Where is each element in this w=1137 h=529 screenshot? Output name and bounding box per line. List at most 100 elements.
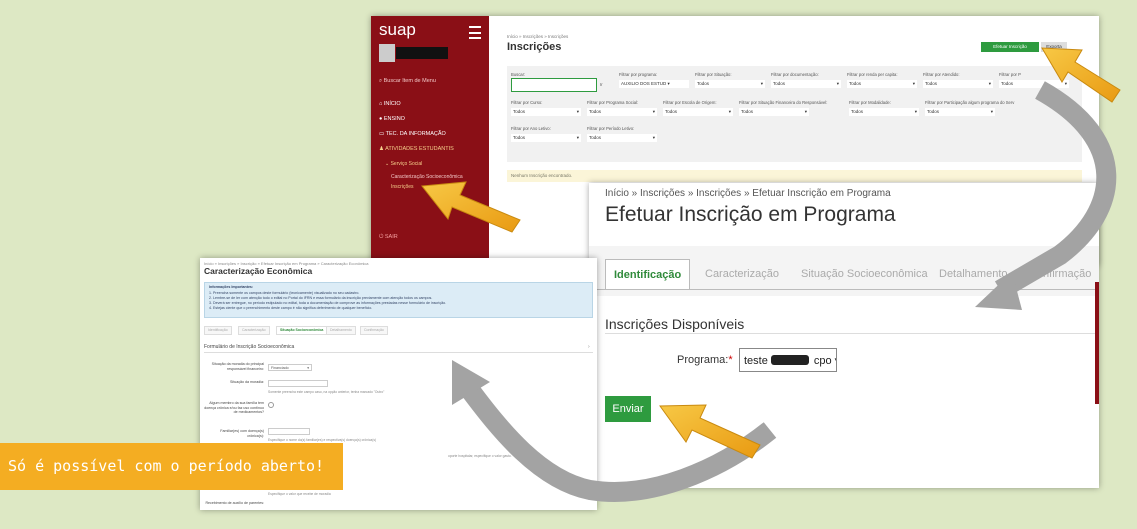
filter-label: Buscar:: [511, 72, 526, 77]
required-mark: *: [728, 354, 733, 366]
filter-programa-social-select[interactable]: Todos ▾: [587, 108, 657, 116]
filter-label: Filtrar por Ano Letivo:: [511, 126, 551, 131]
search-input[interactable]: [511, 78, 597, 92]
row-label: Algum membro da sua família tem doença c…: [204, 401, 264, 414]
sidebar-item-ensino[interactable]: ● ENSINO: [379, 116, 405, 122]
sidebar-item-label: ENSINO: [383, 116, 405, 122]
efetuar-inscricao-button[interactable]: Efetuar Inscrição: [981, 42, 1039, 52]
sidebar-item-atividades[interactable]: ♟ ATIVIDADES ESTUDANTIS: [379, 146, 454, 152]
tab-situacao[interactable]: Situação Socioeconômica: [276, 326, 328, 335]
select-value: Todos: [773, 81, 786, 86]
filter-programa-select[interactable]: AUXILIO DOS ESTUD ▾: [619, 80, 689, 88]
filter-atendido-select[interactable]: Todos ▾: [923, 80, 993, 88]
tab-identificacao[interactable]: Identificação: [204, 326, 232, 335]
select-value: Todos: [589, 109, 602, 114]
enviar-button[interactable]: Enviar: [605, 396, 651, 422]
tab-caracterizacao[interactable]: Caracterização: [238, 326, 270, 335]
export-button[interactable]: Exporta: [1041, 42, 1067, 52]
filter-ano-select[interactable]: Todos ▾: [511, 134, 581, 142]
select-value: Todos: [589, 135, 602, 140]
filter-documentacao-select[interactable]: Todos ▾: [771, 80, 841, 88]
divider: [204, 352, 593, 353]
redaction-mark: [771, 355, 809, 365]
sidebar-item-sair[interactable]: ⏻ SAIR: [379, 234, 398, 241]
select-value: Todos: [1001, 81, 1014, 86]
tab-detalhamento[interactable]: Detalhamento: [939, 259, 1008, 289]
row-label: Familiar(es) com doença(s) crônica(s):: [220, 429, 264, 438]
programa-label: Programa:*: [677, 354, 733, 366]
go-button[interactable]: Ir: [600, 82, 603, 87]
sidebar-subitem-inscricoes[interactable]: Inscrições: [391, 184, 414, 190]
field-hint: Especifique o nome do(s) familiar(es) e …: [268, 438, 377, 442]
sidebar-item-label: INÍCIO: [383, 101, 401, 107]
tab-caracterizacao[interactable]: Caracterização: [705, 259, 779, 289]
divider: [589, 289, 1099, 290]
filter-situacao-financeira-select[interactable]: Todos ▾: [739, 108, 809, 116]
doenca-cronica-checkbox[interactable]: [268, 402, 274, 408]
filter-label: Filtrar por Situação Financeira do Respo…: [739, 100, 828, 105]
moradia-responsavel-select[interactable]: Financiado ▾: [268, 364, 312, 371]
filter-label: Filtrar por Período Letivo:: [587, 126, 635, 131]
sidebar-item-ti[interactable]: ▭ TEC. DA INFORMAÇÃO: [379, 131, 446, 137]
select-value: Todos: [741, 109, 754, 114]
field-hint: Especifique o valor que recebe de moradi…: [268, 492, 331, 496]
window-edge: [1095, 282, 1099, 404]
collapse-icon[interactable]: ›: [588, 344, 590, 350]
tab-confirmacao[interactable]: Confirmação: [360, 326, 388, 335]
select-value: Todos: [925, 81, 938, 86]
info-line: 1. Preencha somente os campos deste form…: [209, 291, 360, 295]
chevron-down-icon: ▾: [835, 355, 836, 367]
page-title: Efetuar Inscrição em Programa: [605, 203, 896, 226]
filter-modalidade-select[interactable]: Todos ▾: [849, 108, 919, 116]
filter-curso-select[interactable]: Todos ▾: [511, 108, 581, 116]
filter-label: Filtrar por renda per capita:: [847, 72, 898, 77]
filters-panel: Buscar: Ir Filtrar por programa: AUXILIO…: [507, 66, 1082, 162]
select-value-suffix: cpo: [813, 355, 832, 367]
familiar-doenca-input[interactable]: [268, 428, 310, 435]
field-hint: oporte hospitalar, especifique o valor g…: [448, 454, 512, 458]
info-banner: Só é possível com o período aberto!: [0, 443, 343, 490]
situacao-moradia-input[interactable]: [268, 380, 328, 387]
filter-label: Filtrar por Curso:: [511, 100, 543, 105]
divider: [605, 333, 1099, 334]
menu-search-label: Buscar Item de Menu: [383, 78, 436, 84]
tab-situacao[interactable]: Situação Socioeconômica: [801, 259, 928, 289]
filter-participacao-select[interactable]: Todos ▾: [925, 108, 995, 116]
field-hint: Somente preencha este campo caso, na opç…: [268, 390, 385, 394]
filter-renda-select[interactable]: Todos ▾: [847, 80, 917, 88]
filter-p-select[interactable]: Todos ▾: [999, 80, 1069, 88]
tab-detalhamento[interactable]: Detalhamento: [326, 326, 356, 335]
filter-situacao-select[interactable]: Todos ▾: [695, 80, 765, 88]
menu-search[interactable]: ⌕ Buscar Item de Menu: [379, 78, 436, 85]
monitor-icon: ▭: [379, 131, 386, 137]
select-value: Todos: [513, 135, 526, 140]
sidebar-subitem-servico-social[interactable]: ⌄ Serviço Social: [385, 161, 422, 167]
programa-label-text: Programa:: [677, 354, 729, 366]
info-line: 3. Deverá ser entregue, no período estip…: [209, 301, 447, 305]
sidebar: suap ⌕ Buscar Item de Menu ⌂ INÍCIO ● EN…: [371, 16, 489, 266]
select-value: Todos: [927, 109, 940, 114]
filter-label: Filtrar por Modalidade:: [849, 100, 891, 105]
select-value: Todos: [697, 81, 710, 86]
select-value: Todos: [849, 81, 862, 86]
avatar: [379, 44, 395, 62]
hamburger-icon[interactable]: [469, 26, 481, 39]
app-logo[interactable]: suap: [379, 20, 416, 40]
filter-label: Filtrar por documentação:: [771, 72, 819, 77]
sidebar-subitem-label: Serviço Social: [390, 161, 423, 167]
filter-label: Filtrar por Programa Social:: [587, 100, 639, 105]
info-box: Informações Importantes: 1. Preencha som…: [204, 282, 593, 318]
tab-confirmacao[interactable]: Confirmação: [1029, 259, 1091, 289]
select-value: Todos: [665, 109, 678, 114]
sidebar-subitem-caracterizacao[interactable]: Caracterização Socioeconômica: [391, 174, 463, 180]
info-line: 4. Estejas ciente que o preenchimento de…: [209, 306, 373, 310]
sidebar-item-label: SAIR: [384, 234, 398, 240]
select-value: Todos: [513, 109, 526, 114]
sidebar-item-inicio[interactable]: ⌂ INÍCIO: [379, 101, 401, 107]
filter-label: Filtrar por Participação algum programa …: [925, 100, 1015, 105]
filter-periodo-select[interactable]: Todos ▾: [587, 134, 657, 142]
filter-escola-select[interactable]: Todos ▾: [663, 108, 733, 116]
page-title: Caracterização Econômica: [204, 266, 313, 276]
row-label: Situação da moradia:: [230, 380, 264, 384]
tab-identificacao[interactable]: Identificação: [605, 259, 691, 290]
